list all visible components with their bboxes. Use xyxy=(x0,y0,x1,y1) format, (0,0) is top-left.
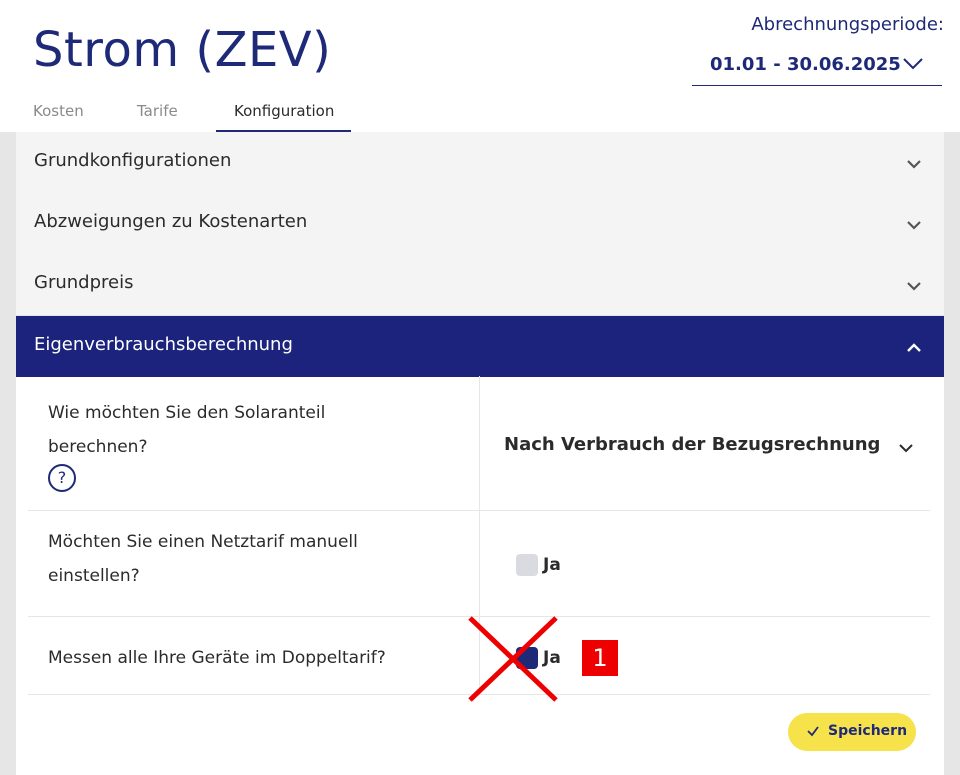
period-value: 01.01 - 30.06.2025 xyxy=(710,54,901,75)
chevron-down-icon xyxy=(906,154,922,173)
save-label: Speichern xyxy=(828,723,908,739)
help-icon[interactable]: ? xyxy=(48,464,76,492)
page-title: Strom (ZEV) xyxy=(33,22,332,78)
chevron-up-icon xyxy=(906,338,922,357)
tab-tarife[interactable]: Tarife xyxy=(137,102,178,120)
form-row-netztarif: Möchten Sie einen Netztarif manuell eins… xyxy=(28,511,930,617)
accordion-eigenverbrauchsberechnung[interactable]: Eigenverbrauchsberechnung xyxy=(16,316,944,377)
question-label: berechnen? xyxy=(48,437,148,457)
question-label: Wie möchten Sie den Solaranteil xyxy=(48,403,326,423)
checkbox-label: Ja xyxy=(543,555,561,575)
accordion-label: Grundkonfigurationen xyxy=(34,150,232,171)
accordion-label: Abzweigungen zu Kostenarten xyxy=(34,211,308,232)
x-mark-annotation xyxy=(468,616,558,702)
chevron-down-icon xyxy=(898,438,914,457)
save-button[interactable]: Speichern xyxy=(788,713,916,751)
tab-kosten[interactable]: Kosten xyxy=(33,102,84,120)
period-select[interactable]: 01.01 - 30.06.2025 xyxy=(692,48,942,86)
annotation-marker: 1 xyxy=(582,640,618,676)
accordion-label: Eigenverbrauchsberechnung xyxy=(34,334,293,355)
solaranteil-select[interactable]: Nach Verbrauch der Bezugsrechnung xyxy=(504,428,914,464)
netztarif-checkbox[interactable] xyxy=(516,554,538,576)
accordion-grundkonfigurationen[interactable]: Grundkonfigurationen xyxy=(16,132,944,194)
column-divider xyxy=(479,376,480,511)
question-label: Messen alle Ihre Geräte im Doppeltarif? xyxy=(48,648,386,668)
checkmark-icon xyxy=(806,723,820,742)
question-label: Möchten Sie einen Netztarif manuell xyxy=(48,532,358,552)
chevron-down-icon xyxy=(906,215,922,234)
tab-bar: Kosten Tarife Konfiguration xyxy=(0,96,400,132)
period-label: Abrechnungsperiode: xyxy=(751,14,944,35)
form-row-solaranteil: Wie möchten Sie den Solaranteil berechne… xyxy=(28,376,930,511)
solaranteil-value: Nach Verbrauch der Bezugsrechnung xyxy=(504,434,881,455)
chevron-down-icon xyxy=(906,276,922,295)
accordion-abzweigungen[interactable]: Abzweigungen zu Kostenarten xyxy=(16,193,944,255)
question-label: einstellen? xyxy=(48,566,140,586)
chevron-down-icon xyxy=(902,56,924,75)
accordion-grundpreis[interactable]: Grundpreis xyxy=(16,254,944,316)
tab-konfiguration[interactable]: Konfiguration xyxy=(234,102,334,120)
column-divider xyxy=(479,511,480,617)
accordion-label: Grundpreis xyxy=(34,272,134,293)
